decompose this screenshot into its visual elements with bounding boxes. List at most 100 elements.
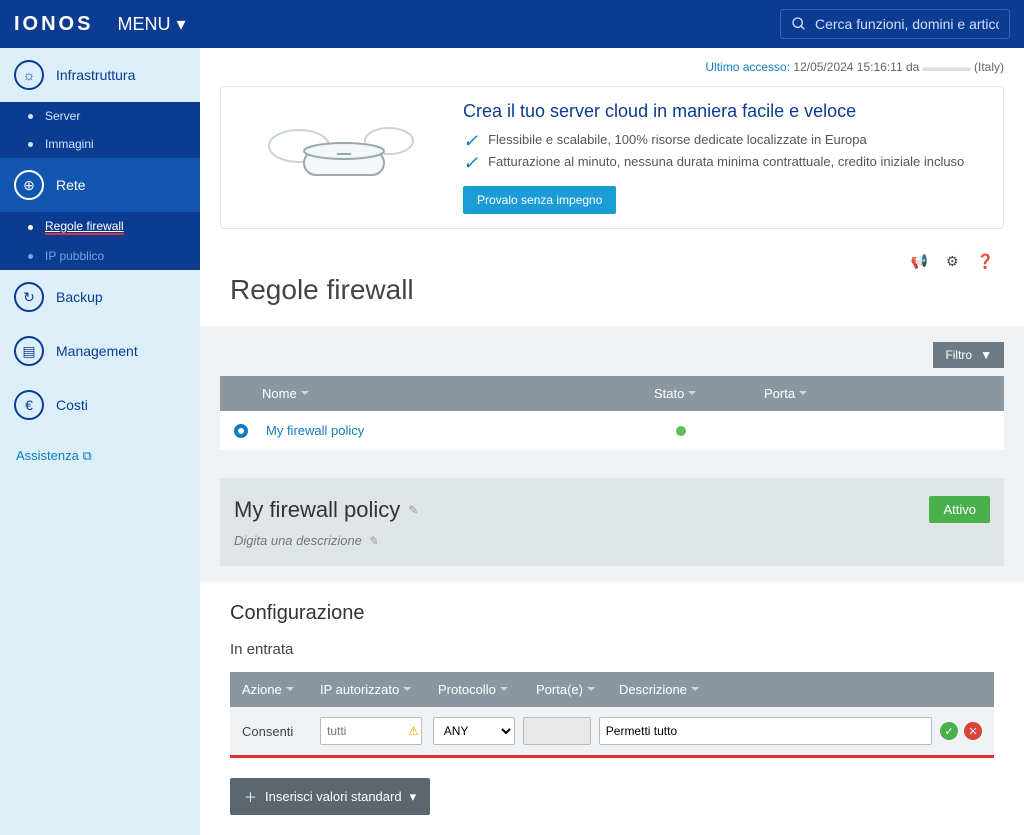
warning-icon: ⚠ <box>408 724 419 738</box>
col-descrizione[interactable]: Descrizione <box>619 682 982 697</box>
euro-icon: € <box>14 390 44 420</box>
dot-icon <box>28 142 33 147</box>
sidebar-item-label: Immagini <box>45 137 94 151</box>
page-title: Regole firewall <box>200 274 1024 326</box>
menu-button[interactable]: MENU ▾ <box>117 14 185 35</box>
assistenza-link[interactable]: Assistenza ⧉ <box>0 432 200 480</box>
filter-icon: ▼ <box>980 348 992 362</box>
table-row[interactable]: My firewall policy <box>220 411 1004 450</box>
cancel-icon[interactable]: ✕ <box>964 722 982 740</box>
rule-protocol-select[interactable]: ANY <box>433 717 515 745</box>
dot-icon <box>28 254 33 259</box>
promo-illustration <box>239 101 439 201</box>
col-porte[interactable]: Porta(e) <box>536 682 611 697</box>
plus-icon: ＋ <box>244 787 257 806</box>
last-access-suffix: (Italy) <box>974 60 1004 74</box>
menu-label: MENU <box>117 14 170 35</box>
col-azione[interactable]: Azione <box>242 682 312 697</box>
sidebar-item-ip-pubblico[interactable]: IP pubblico <box>0 242 200 270</box>
std-btn-label: Inserisci valori standard <box>265 789 402 804</box>
assistenza-label: Assistenza <box>16 448 79 463</box>
logo: IONOS <box>14 13 93 36</box>
sidebar-item-label: Infrastruttura <box>56 67 135 83</box>
status-dot-active <box>676 426 686 436</box>
col-porta[interactable]: Porta <box>764 386 990 401</box>
infra-icon: ☼ <box>14 60 44 90</box>
sidebar-item-label: Rete <box>56 177 86 193</box>
sidebar-item-label: Server <box>45 109 80 123</box>
col-nome[interactable]: Nome <box>234 386 654 401</box>
policy-description[interactable]: Digita una descrizione ✎ <box>234 533 990 548</box>
clipboard-icon: ▤ <box>14 336 44 366</box>
megaphone-icon[interactable]: 📢 <box>911 253 928 270</box>
last-access-value: 12/05/2024 15:16:11 da <box>793 60 919 74</box>
sidebar-item-rete[interactable]: ⊕ Rete <box>0 158 200 212</box>
topbar: IONOS MENU ▾ Cerca funzioni, domini e ar… <box>0 0 1024 48</box>
search-placeholder: Cerca funzioni, domini e articoli di su <box>815 16 999 32</box>
policy-desc-placeholder: Digita una descrizione <box>234 533 362 548</box>
row-name[interactable]: My firewall policy <box>266 423 662 438</box>
rule-description-input[interactable] <box>599 717 932 745</box>
sidebar-item-infrastruttura[interactable]: ☼ Infrastruttura <box>0 48 200 102</box>
sidebar-item-immagini[interactable]: Immagini <box>0 130 200 158</box>
promo-bullet: ✓ Fatturazione al minuto, nessuna durata … <box>463 154 985 172</box>
page-actions: 📢 ⚙ ❓ <box>200 249 1024 274</box>
table-header: Nome Stato Porta <box>220 376 1004 411</box>
confirm-icon[interactable]: ✓ <box>940 722 958 740</box>
caret-down-icon: ▾ <box>410 789 417 805</box>
sidebar-item-label: Backup <box>56 289 103 305</box>
sidebar-item-management[interactable]: ▤ Management <box>0 324 200 378</box>
check-icon: ✓ <box>463 154 478 172</box>
rules-header: Azione IP autorizzato Protocollo Porta(e… <box>230 672 994 707</box>
config-section: Configurazione In entrata Azione IP auto… <box>230 602 994 815</box>
rule-port-input[interactable] <box>523 717 591 745</box>
col-ip[interactable]: IP autorizzato <box>320 682 430 697</box>
promo-banner: Crea il tuo server cloud in maniera faci… <box>220 86 1004 229</box>
row-radio[interactable] <box>234 424 248 438</box>
policy-header: My firewall policy ✎ Attivo Digita una d… <box>220 478 1004 566</box>
sidebar-item-label: Costi <box>56 397 88 413</box>
sidebar-item-server[interactable]: Server <box>0 102 200 130</box>
edit-icon[interactable]: ✎ <box>368 534 378 548</box>
globe-icon: ⊕ <box>14 170 44 200</box>
policy-title-text: My firewall policy <box>234 497 400 523</box>
sidebar-item-regole-firewall[interactable]: Regole firewall <box>0 212 200 242</box>
config-title: Configurazione <box>230 602 994 625</box>
insert-standard-button[interactable]: ＋ Inserisci valori standard ▾ <box>230 778 430 815</box>
config-subtitle: In entrata <box>230 641 994 658</box>
backup-icon: ↻ <box>14 282 44 312</box>
promo-bullet-text: Flessibile e scalabile, 100% risorse ded… <box>488 132 867 147</box>
promo-title: Crea il tuo server cloud in maniera faci… <box>463 101 985 122</box>
rule-row: Consenti ⚠ ANY ✓ ✕ <box>230 707 994 758</box>
firewall-table: Nome Stato Porta My firewall policy <box>220 376 1004 450</box>
sidebar-item-costi[interactable]: € Costi <box>0 378 200 432</box>
dot-icon <box>28 225 33 230</box>
sidebar-item-label: Regole firewall <box>45 219 124 235</box>
search-input[interactable]: Cerca funzioni, domini e articoli di su <box>780 9 1010 39</box>
check-icon: ✓ <box>463 132 478 150</box>
rule-azione: Consenti <box>242 724 312 739</box>
last-access: Ultimo accesso: 12/05/2024 15:16:11 da ▬… <box>200 48 1024 86</box>
col-stato[interactable]: Stato <box>654 386 764 401</box>
filter-button[interactable]: Filtro ▼ <box>933 342 1004 368</box>
edit-icon[interactable]: ✎ <box>408 503 418 517</box>
main-content: Ultimo accesso: 12/05/2024 15:16:11 da ▬… <box>200 48 1024 835</box>
gear-icon[interactable]: ⚙ <box>946 253 959 270</box>
sidebar-item-label: Management <box>56 343 138 359</box>
sidebar-item-backup[interactable]: ↻ Backup <box>0 270 200 324</box>
chevron-down-icon: ▾ <box>176 14 185 35</box>
search-icon <box>791 16 807 32</box>
sidebar-item-label: IP pubblico <box>45 249 104 263</box>
help-icon[interactable]: ❓ <box>977 253 994 270</box>
sidebar: ☼ Infrastruttura Server Immagini ⊕ Rete … <box>0 48 200 835</box>
status-badge: Attivo <box>929 496 990 523</box>
promo-bullet-text: Fatturazione al minuto, nessuna durata m… <box>488 154 964 169</box>
policy-title: My firewall policy ✎ <box>234 497 418 523</box>
filter-label: Filtro <box>945 348 972 362</box>
dot-icon <box>28 114 33 119</box>
rule-ip-input[interactable] <box>320 717 422 745</box>
promo-bullet: ✓ Flessibile e scalabile, 100% risorse de… <box>463 132 985 150</box>
col-protocollo[interactable]: Protocollo <box>438 682 528 697</box>
external-link-icon: ⧉ <box>83 448 92 463</box>
promo-cta-button[interactable]: Provalo senza impegno <box>463 186 616 214</box>
